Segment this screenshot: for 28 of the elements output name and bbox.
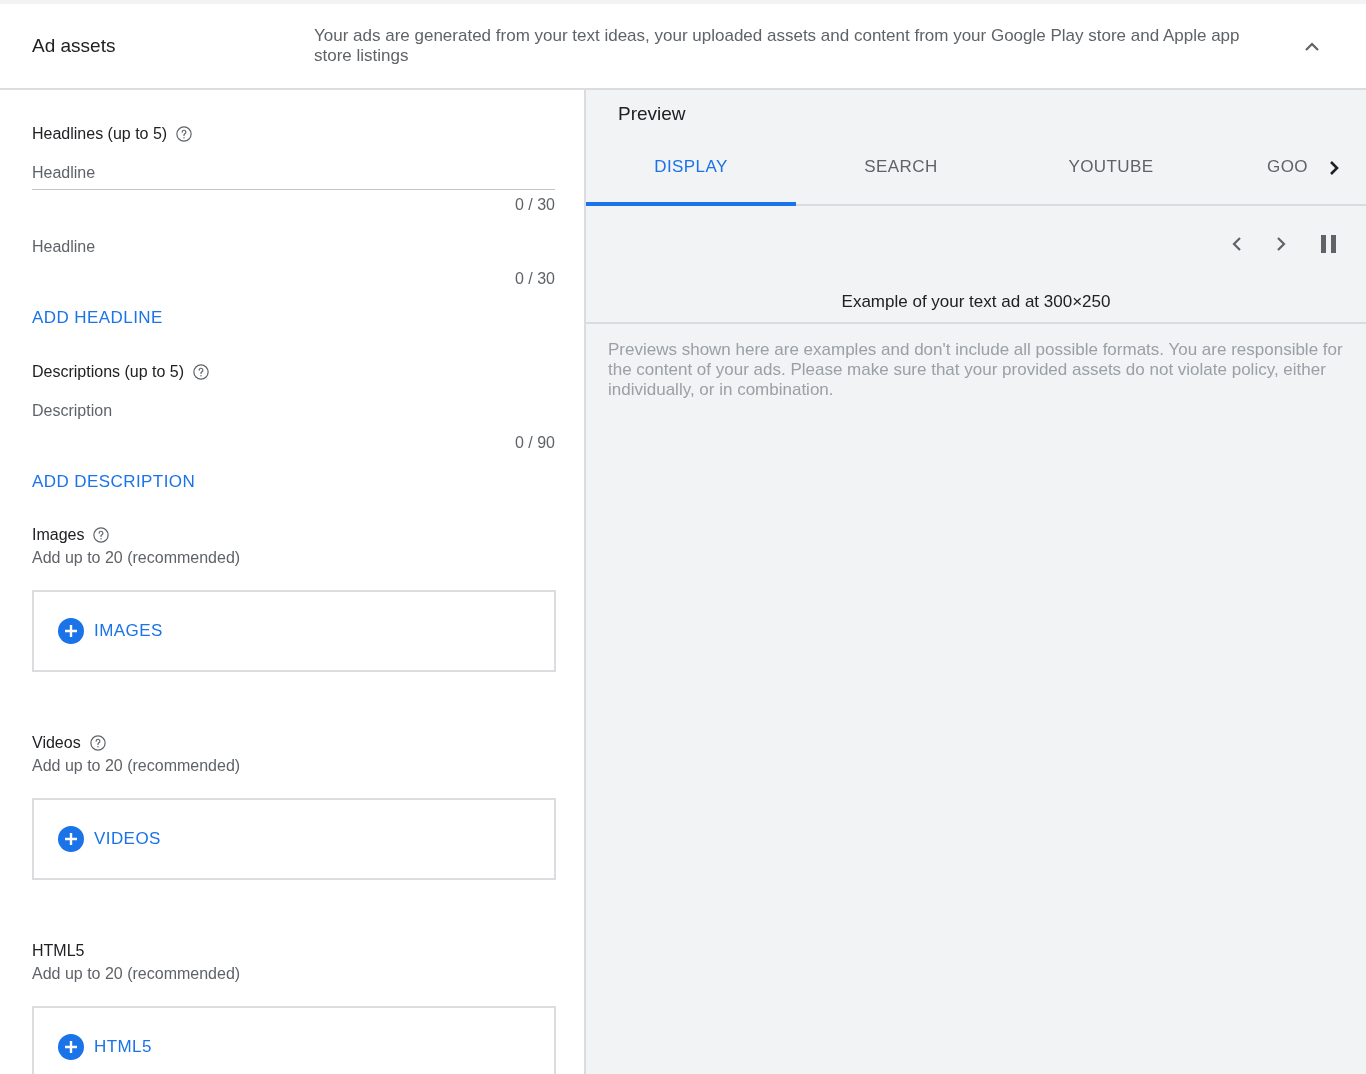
character-counter: 0 / 90 — [514, 433, 555, 453]
section-label: Headlines (up to 5) — [32, 124, 168, 144]
section-hint: Add up to 20 (recommended) — [32, 756, 242, 776]
text-input-field[interactable]: Description — [32, 394, 555, 428]
section-hint: Add up to 20 (recommended) — [32, 548, 242, 568]
preview-disclaimer: Previews shown here are examples and don't include all possible formats. You are responsible for the content of your ads. Please make sure that your provided assets do not violate policy, either individually, or in combination. — [608, 340, 1344, 400]
section-label: Descriptions (up to 5) — [32, 362, 185, 382]
text-input-field[interactable]: Headline — [32, 156, 555, 190]
preview-caption: Example of your text ad at 300×250 — [841, 291, 1111, 314]
upload-button[interactable]: HTML5 — [32, 1006, 556, 1074]
preview-tab[interactable]: GOO — [1216, 132, 1312, 206]
section-label: HTML5 — [32, 941, 85, 961]
section-hint: Add up to 20 (recommended) — [32, 964, 242, 984]
upload-button[interactable]: IMAGES — [32, 590, 556, 672]
preview-tab[interactable]: YOUTUBE — [1006, 132, 1216, 206]
section-label: Videos — [32, 733, 81, 753]
text-input-field[interactable]: Headline — [32, 230, 555, 264]
add-link[interactable]: ADD HEADLINE — [32, 305, 163, 331]
section-label: Images — [32, 525, 85, 545]
upload-button[interactable]: VIDEOS — [32, 798, 556, 880]
preview-tab[interactable]: DISPLAY — [586, 132, 796, 206]
preview-tab[interactable]: SEARCH — [796, 132, 1006, 206]
add-link[interactable]: ADD DESCRIPTION — [32, 469, 196, 495]
character-counter: 0 / 30 — [514, 269, 555, 289]
preview-title: Preview — [618, 102, 687, 124]
section-description: Your ads are generated from your text ideas, your uploaded assets and content from your Google Play store and Apple app store listings — [314, 26, 1241, 66]
section-title: Ad assets — [32, 33, 117, 58]
character-counter: 0 / 30 — [514, 195, 555, 215]
